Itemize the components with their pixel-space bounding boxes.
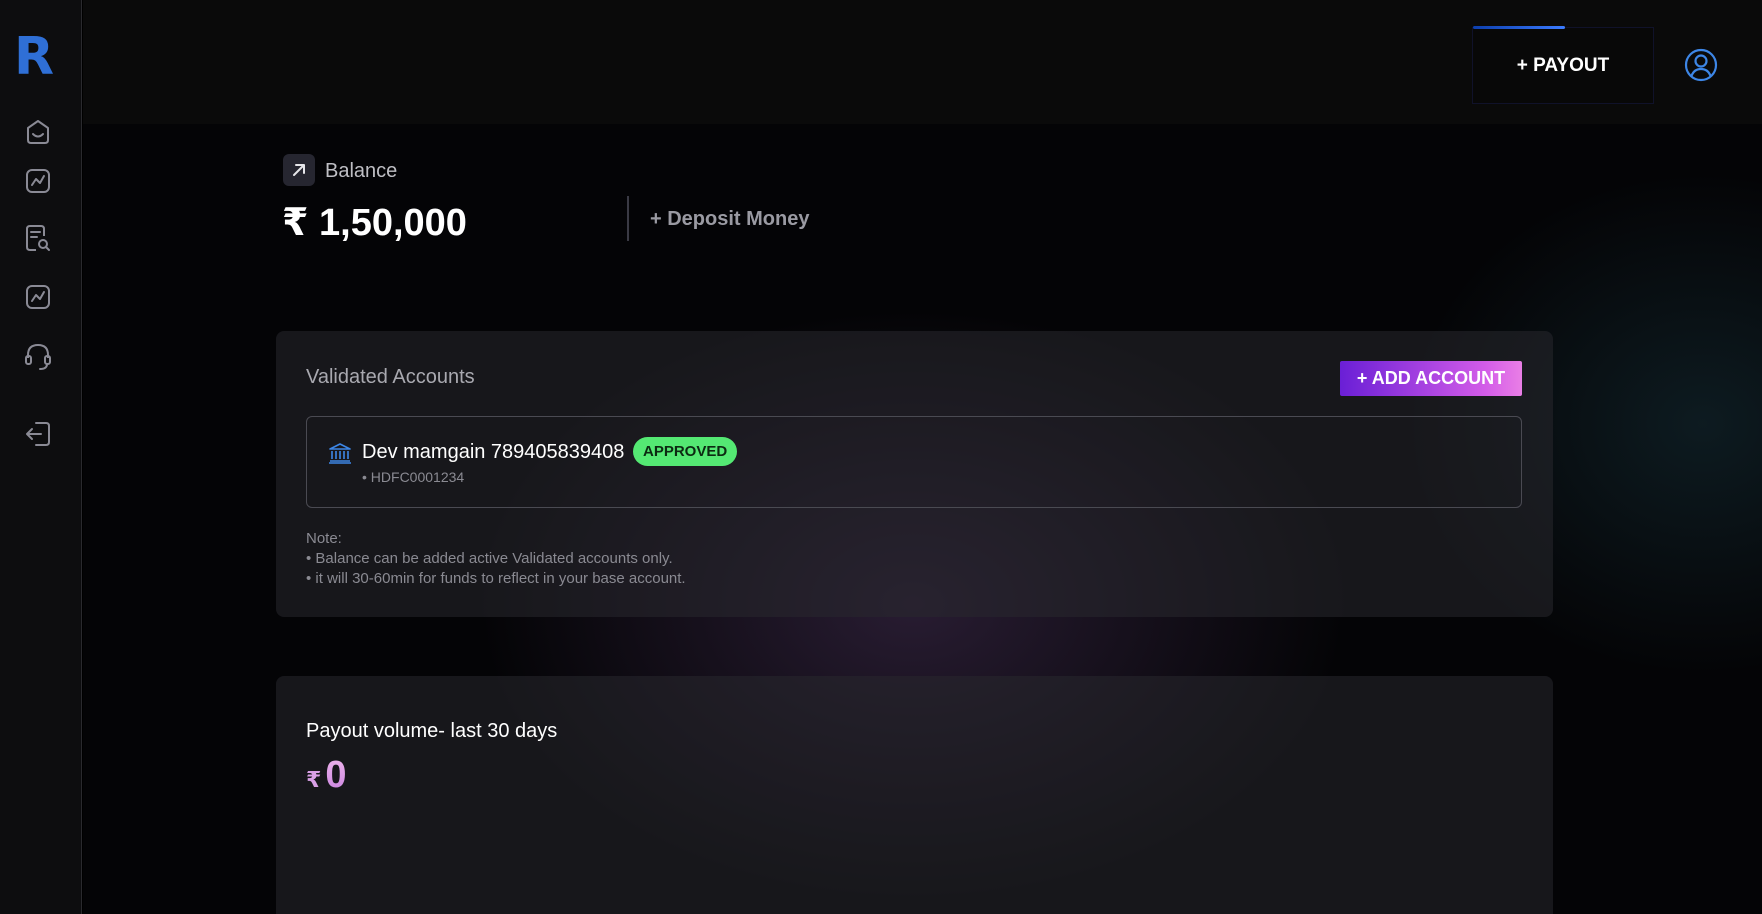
- sidebar: R: [0, 0, 82, 914]
- user-profile-button[interactable]: [1684, 48, 1718, 82]
- analytics-icon: [26, 285, 50, 309]
- payout-button[interactable]: + PAYOUT: [1472, 26, 1654, 104]
- sidebar-item-support[interactable]: [22, 340, 54, 372]
- payout-volume-card: Payout volume- last 30 days ₹ 0: [276, 676, 1553, 914]
- note-line: • Balance can be added active Validated …: [306, 550, 673, 567]
- user-circle-icon: [1684, 48, 1718, 82]
- validated-accounts-card: Validated Accounts + ADD ACCOUNT Dev mam…: [276, 331, 1553, 617]
- bank-icon: [329, 443, 351, 464]
- deposit-money-button[interactable]: + Deposit Money: [650, 208, 809, 231]
- balance-amount: ₹ 1,50,000: [282, 202, 467, 244]
- note-line: • it will 30-60min for funds to reflect …: [306, 570, 686, 587]
- sidebar-item-dashboard[interactable]: [22, 165, 54, 197]
- chart-icon: [26, 169, 50, 193]
- currency-symbol: ₹: [306, 767, 322, 792]
- app-logo[interactable]: R: [14, 28, 60, 86]
- account-ifsc: • HDFC0001234: [362, 469, 465, 485]
- sidebar-item-analytics[interactable]: [22, 281, 54, 313]
- sidebar-item-logout[interactable]: [22, 418, 54, 450]
- home-icon: [27, 120, 49, 144]
- divider: [627, 196, 629, 241]
- account-name: Dev mamgain 789405839408: [362, 441, 625, 463]
- note: Note: • Balance can be added active Vali…: [306, 529, 686, 589]
- arrow-up-right-icon: [293, 164, 305, 176]
- search-document-icon: [26, 225, 50, 251]
- payout-volume-title: Payout volume- last 30 days: [306, 720, 558, 742]
- note-title: Note:: [306, 530, 342, 547]
- balance-badge: [283, 154, 315, 186]
- card-title: Validated Accounts: [306, 366, 475, 388]
- account-row[interactable]: Dev mamgain 789405839408 APPROVED • HDFC…: [306, 416, 1522, 508]
- status-badge: APPROVED: [633, 437, 738, 466]
- sidebar-item-reports[interactable]: [22, 222, 54, 254]
- balance-label: Balance: [325, 160, 398, 182]
- headset-icon: [25, 343, 51, 370]
- logout-icon: [26, 422, 50, 446]
- volume-amount: 0: [325, 754, 347, 796]
- payout-volume-value: ₹ 0: [306, 754, 346, 797]
- sidebar-item-home[interactable]: [22, 116, 54, 148]
- add-account-button[interactable]: + ADD ACCOUNT: [1340, 361, 1522, 396]
